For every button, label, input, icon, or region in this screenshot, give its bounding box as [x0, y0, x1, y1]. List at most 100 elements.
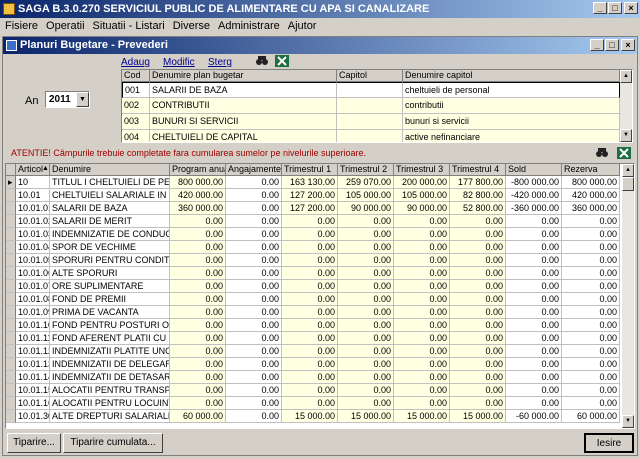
cell-sold[interactable]: 0.00: [506, 397, 562, 410]
cell-trimestrul-2[interactable]: 15 000.00: [338, 410, 394, 423]
cell-articol[interactable]: 10.01.02: [16, 215, 50, 228]
cell-sold[interactable]: -60 000.00: [506, 410, 562, 423]
cell-rezerva[interactable]: 0.00: [562, 254, 620, 267]
cell-trimestrul-4[interactable]: 82 800.00: [450, 189, 506, 202]
menu-ajutor[interactable]: Ajutor: [285, 18, 320, 35]
cell-rezerva[interactable]: 0.00: [562, 345, 620, 358]
cell-trimestrul-4[interactable]: 0.00: [450, 332, 506, 345]
plan-denumire[interactable]: SALARII DE BAZA: [150, 82, 337, 98]
cell-trimestrul-1[interactable]: 0.00: [282, 293, 338, 306]
cell-trimestrul-2[interactable]: 0.00: [338, 241, 394, 254]
cell-angajamente[interactable]: 0.00: [226, 280, 282, 293]
cell-articol[interactable]: 10: [16, 176, 50, 189]
cell-articol[interactable]: 10.01.14: [16, 371, 50, 384]
cell-rezerva[interactable]: 0.00: [562, 397, 620, 410]
cell-program-anual[interactable]: 0.00: [170, 384, 226, 397]
cell-program-anual[interactable]: 0.00: [170, 241, 226, 254]
cell-articol[interactable]: 10.01.30: [16, 410, 50, 423]
cell-rezerva[interactable]: 0.00: [562, 319, 620, 332]
cell-denumire[interactable]: INDEMNIZATII DE DELEGARE: [50, 358, 170, 371]
cell-denumire[interactable]: SPORURI PENTRU CONDITII DE MUNCA: [50, 254, 170, 267]
cell-program-anual[interactable]: 0.00: [170, 228, 226, 241]
excel-icon[interactable]: [617, 147, 631, 162]
plan-denumire[interactable]: CHELTUIELI DE CAPITAL: [150, 130, 337, 142]
cell-trimestrul-1[interactable]: 0.00: [282, 345, 338, 358]
cell-trimestrul-2[interactable]: 0.00: [338, 371, 394, 384]
cell-trimestrul-4[interactable]: 0.00: [450, 384, 506, 397]
cell-articol[interactable]: 10.01.04: [16, 241, 50, 254]
cell-trimestrul-4[interactable]: 0.00: [450, 215, 506, 228]
cell-trimestrul-1[interactable]: 0.00: [282, 332, 338, 345]
cell-trimestrul-1[interactable]: 0.00: [282, 358, 338, 371]
cell-sold[interactable]: 0.00: [506, 306, 562, 319]
minimize-button[interactable]: _: [593, 2, 607, 14]
menu-fisiere[interactable]: Fisiere: [2, 18, 41, 35]
cell-trimestrul-2[interactable]: 0.00: [338, 345, 394, 358]
cell-trimestrul-4[interactable]: 0.00: [450, 319, 506, 332]
plan-header-cod[interactable]: Cod: [122, 70, 150, 82]
cell-angajamente[interactable]: 0.00: [226, 241, 282, 254]
cell-trimestrul-3[interactable]: 0.00: [394, 215, 450, 228]
main-scrollbar[interactable]: ▲ ▼: [622, 164, 634, 428]
menu-operatii[interactable]: Operatii: [43, 18, 88, 35]
cell-angajamente[interactable]: 0.00: [226, 189, 282, 202]
cell-trimestrul-4[interactable]: 15 000.00: [450, 410, 506, 423]
cell-trimestrul-3[interactable]: 0.00: [394, 345, 450, 358]
child-close-button[interactable]: ×: [621, 39, 635, 51]
cell-sold[interactable]: 0.00: [506, 241, 562, 254]
cell-trimestrul-4[interactable]: 0.00: [450, 228, 506, 241]
binoculars-icon[interactable]: [255, 55, 269, 70]
cell-trimestrul-3[interactable]: 0.00: [394, 397, 450, 410]
cell-sold[interactable]: 0.00: [506, 371, 562, 384]
tiparire-button[interactable]: Tiparire...: [7, 433, 61, 453]
cell-trimestrul-4[interactable]: 0.00: [450, 371, 506, 384]
cell-trimestrul-1[interactable]: 15 000.00: [282, 410, 338, 423]
cell-rezerva[interactable]: 60 000.00: [562, 410, 620, 423]
cell-trimestrul-4[interactable]: 0.00: [450, 280, 506, 293]
maximize-button[interactable]: □: [608, 2, 622, 14]
cell-program-anual[interactable]: 360 000.00: [170, 202, 226, 215]
cell-trimestrul-2[interactable]: 0.00: [338, 254, 394, 267]
cell-articol[interactable]: 10.01.10: [16, 319, 50, 332]
cell-denumire[interactable]: SALARII DE BAZA: [50, 202, 170, 215]
menu-diverse[interactable]: Diverse: [170, 18, 213, 35]
cell-sold[interactable]: 0.00: [506, 293, 562, 306]
cell-program-anual[interactable]: 0.00: [170, 371, 226, 384]
cell-angajamente[interactable]: 0.00: [226, 358, 282, 371]
cell-denumire[interactable]: INDEMNIZATII PLATITE UNOR PERSOANE: [50, 345, 170, 358]
cell-trimestrul-3[interactable]: 105 000.00: [394, 189, 450, 202]
cell-denumire[interactable]: ORE SUPLIMENTARE: [50, 280, 170, 293]
cell-rezerva[interactable]: 0.00: [562, 215, 620, 228]
cell-rezerva[interactable]: 0.00: [562, 332, 620, 345]
plan-denumire-capitol[interactable]: contributii: [403, 98, 620, 114]
scroll-down-icon[interactable]: ▼: [620, 129, 632, 142]
cell-trimestrul-2[interactable]: 0.00: [338, 267, 394, 280]
plan-denumire[interactable]: CONTRIBUTII: [150, 98, 337, 114]
plan-capitol[interactable]: [337, 98, 403, 114]
cell-rezerva[interactable]: 0.00: [562, 306, 620, 319]
cell-angajamente[interactable]: 0.00: [226, 267, 282, 280]
cell-trimestrul-4[interactable]: 0.00: [450, 397, 506, 410]
plan-header-capitol[interactable]: Capitol: [337, 70, 403, 82]
cell-angajamente[interactable]: 0.00: [226, 410, 282, 423]
plan-header-denumire[interactable]: Denumire plan bugetar: [150, 70, 337, 82]
an-select[interactable]: 2011 ▼: [45, 91, 90, 108]
binoculars-icon[interactable]: [595, 147, 609, 162]
cell-rezerva[interactable]: 360 000.00: [562, 202, 620, 215]
cell-trimestrul-2[interactable]: 0.00: [338, 358, 394, 371]
cell-angajamente[interactable]: 0.00: [226, 345, 282, 358]
cell-trimestrul-4[interactable]: 0.00: [450, 267, 506, 280]
cell-trimestrul-1[interactable]: 0.00: [282, 215, 338, 228]
main-header-denumire[interactable]: Denumire: [50, 164, 170, 176]
cell-trimestrul-3[interactable]: 0.00: [394, 358, 450, 371]
cell-program-anual[interactable]: 0.00: [170, 332, 226, 345]
cell-angajamente[interactable]: 0.00: [226, 228, 282, 241]
cell-angajamente[interactable]: 0.00: [226, 176, 282, 189]
cell-articol[interactable]: 10.01.08: [16, 293, 50, 306]
cell-articol[interactable]: 10.01.06: [16, 267, 50, 280]
cell-sold[interactable]: 0.00: [506, 319, 562, 332]
cell-trimestrul-2[interactable]: 0.00: [338, 306, 394, 319]
cell-program-anual[interactable]: 420 000.00: [170, 189, 226, 202]
cell-trimestrul-3[interactable]: 0.00: [394, 280, 450, 293]
cell-angajamente[interactable]: 0.00: [226, 215, 282, 228]
